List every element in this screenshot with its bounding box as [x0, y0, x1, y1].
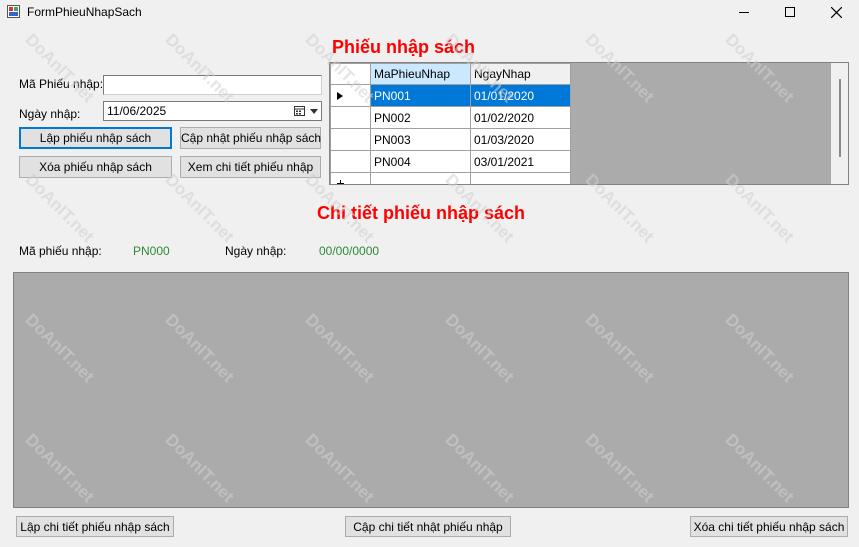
detail-ma-phieu-label: Mã phiếu nhập: [19, 244, 102, 258]
ma-phieu-input[interactable] [103, 75, 322, 95]
ngay-nhap-value: 11/06/2025 [107, 104, 167, 118]
ma-phieu-label: Mã Phiếu nhập: [19, 77, 104, 91]
window-title: FormPhieuNhapSach [27, 5, 142, 19]
new-row[interactable] [330, 172, 571, 184]
table-cell[interactable]: PN003 [370, 128, 471, 151]
detail-ma-phieu-value: PN000 [133, 244, 170, 258]
grid-corner [330, 63, 371, 85]
watermark-text: DoAnIT.net [161, 30, 238, 107]
title-bar: FormPhieuNhapSach [0, 0, 859, 24]
chi-tiet-grid[interactable] [13, 272, 849, 508]
new-row-icon [337, 180, 344, 184]
watermark-text: DoAnIT.net [21, 30, 98, 107]
table-cell[interactable]: PN004 [370, 150, 471, 173]
ngay-nhap-label: Ngày nhập: [19, 107, 81, 121]
lap-phieu-button[interactable]: Lập phiếu nhập sách [19, 127, 172, 149]
vertical-scrollbar[interactable] [831, 63, 848, 184]
xoa-chi-tiet-button[interactable]: Xóa chi tiết phiếu nhập sách [690, 516, 848, 537]
minimize-button[interactable] [721, 0, 767, 24]
phieu-nhap-heading: Phiếu nhập sách [332, 37, 476, 57]
row-header[interactable] [330, 150, 371, 173]
table-cell[interactable]: PN001 [370, 84, 471, 107]
column-header-ngaynhap[interactable]: NgayNhap [470, 63, 571, 85]
table-cell[interactable]: 03/01/2021 [470, 150, 571, 173]
cap-nhat-phieu-button[interactable]: Cập nhật phiếu nhập sách [180, 127, 321, 149]
table-cell[interactable] [470, 172, 571, 184]
scrollbar-thumb[interactable] [839, 79, 841, 157]
chevron-down-icon [310, 109, 318, 114]
table-row[interactable]: PN004 03/01/2021 [330, 150, 571, 173]
table-row[interactable]: PN001 01/01/2020 [330, 84, 571, 107]
close-icon [830, 6, 842, 18]
table-row[interactable]: PN003 01/03/2020 [330, 128, 571, 151]
calendar-icon [294, 106, 305, 116]
lap-chi-tiet-button[interactable]: Lập chi tiết phiếu nhập sách [16, 516, 174, 537]
minimize-icon [739, 12, 749, 13]
chi-tiet-heading: Chi tiết phiếu nhập sách [317, 203, 526, 223]
close-button[interactable] [813, 0, 859, 24]
xem-chi-tiet-button[interactable]: Xem chi tiết phiếu nhập [180, 156, 321, 178]
table-cell[interactable] [370, 172, 471, 184]
table-cell[interactable]: PN002 [370, 106, 471, 129]
row-header[interactable] [330, 128, 371, 151]
table-cell[interactable]: 01/01/2020 [470, 84, 571, 107]
watermark-text: DoAnIT.net [21, 170, 98, 247]
maximize-button[interactable] [767, 0, 813, 24]
xoa-phieu-button[interactable]: Xóa phiếu nhập sách [19, 156, 172, 178]
phieu-nhap-grid[interactable]: MaPhieuNhap NgayNhap PN001 01/01/2020 PN… [329, 62, 849, 185]
current-row-icon [337, 92, 343, 100]
row-header[interactable] [330, 106, 371, 129]
detail-ngay-nhap-label: Ngày nhập: [225, 244, 287, 258]
table-row[interactable]: PN002 01/02/2020 [330, 106, 571, 129]
table-cell[interactable]: 01/03/2020 [470, 128, 571, 151]
column-header-maphieunhap[interactable]: MaPhieuNhap [370, 63, 471, 85]
watermark-text: DoAnIT.net [161, 170, 238, 247]
row-header[interactable] [330, 84, 371, 107]
maximize-icon [785, 7, 795, 17]
ngay-nhap-datepicker[interactable]: 11/06/2025 [103, 101, 322, 121]
detail-ngay-nhap-value: 00/00/0000 [319, 244, 380, 258]
cap-nhat-chi-tiet-button[interactable]: Cập chi tiết nhật phiếu nhập [345, 516, 511, 537]
row-header[interactable] [330, 172, 371, 184]
table-cell[interactable]: 01/02/2020 [470, 106, 571, 129]
app-icon [7, 5, 20, 18]
